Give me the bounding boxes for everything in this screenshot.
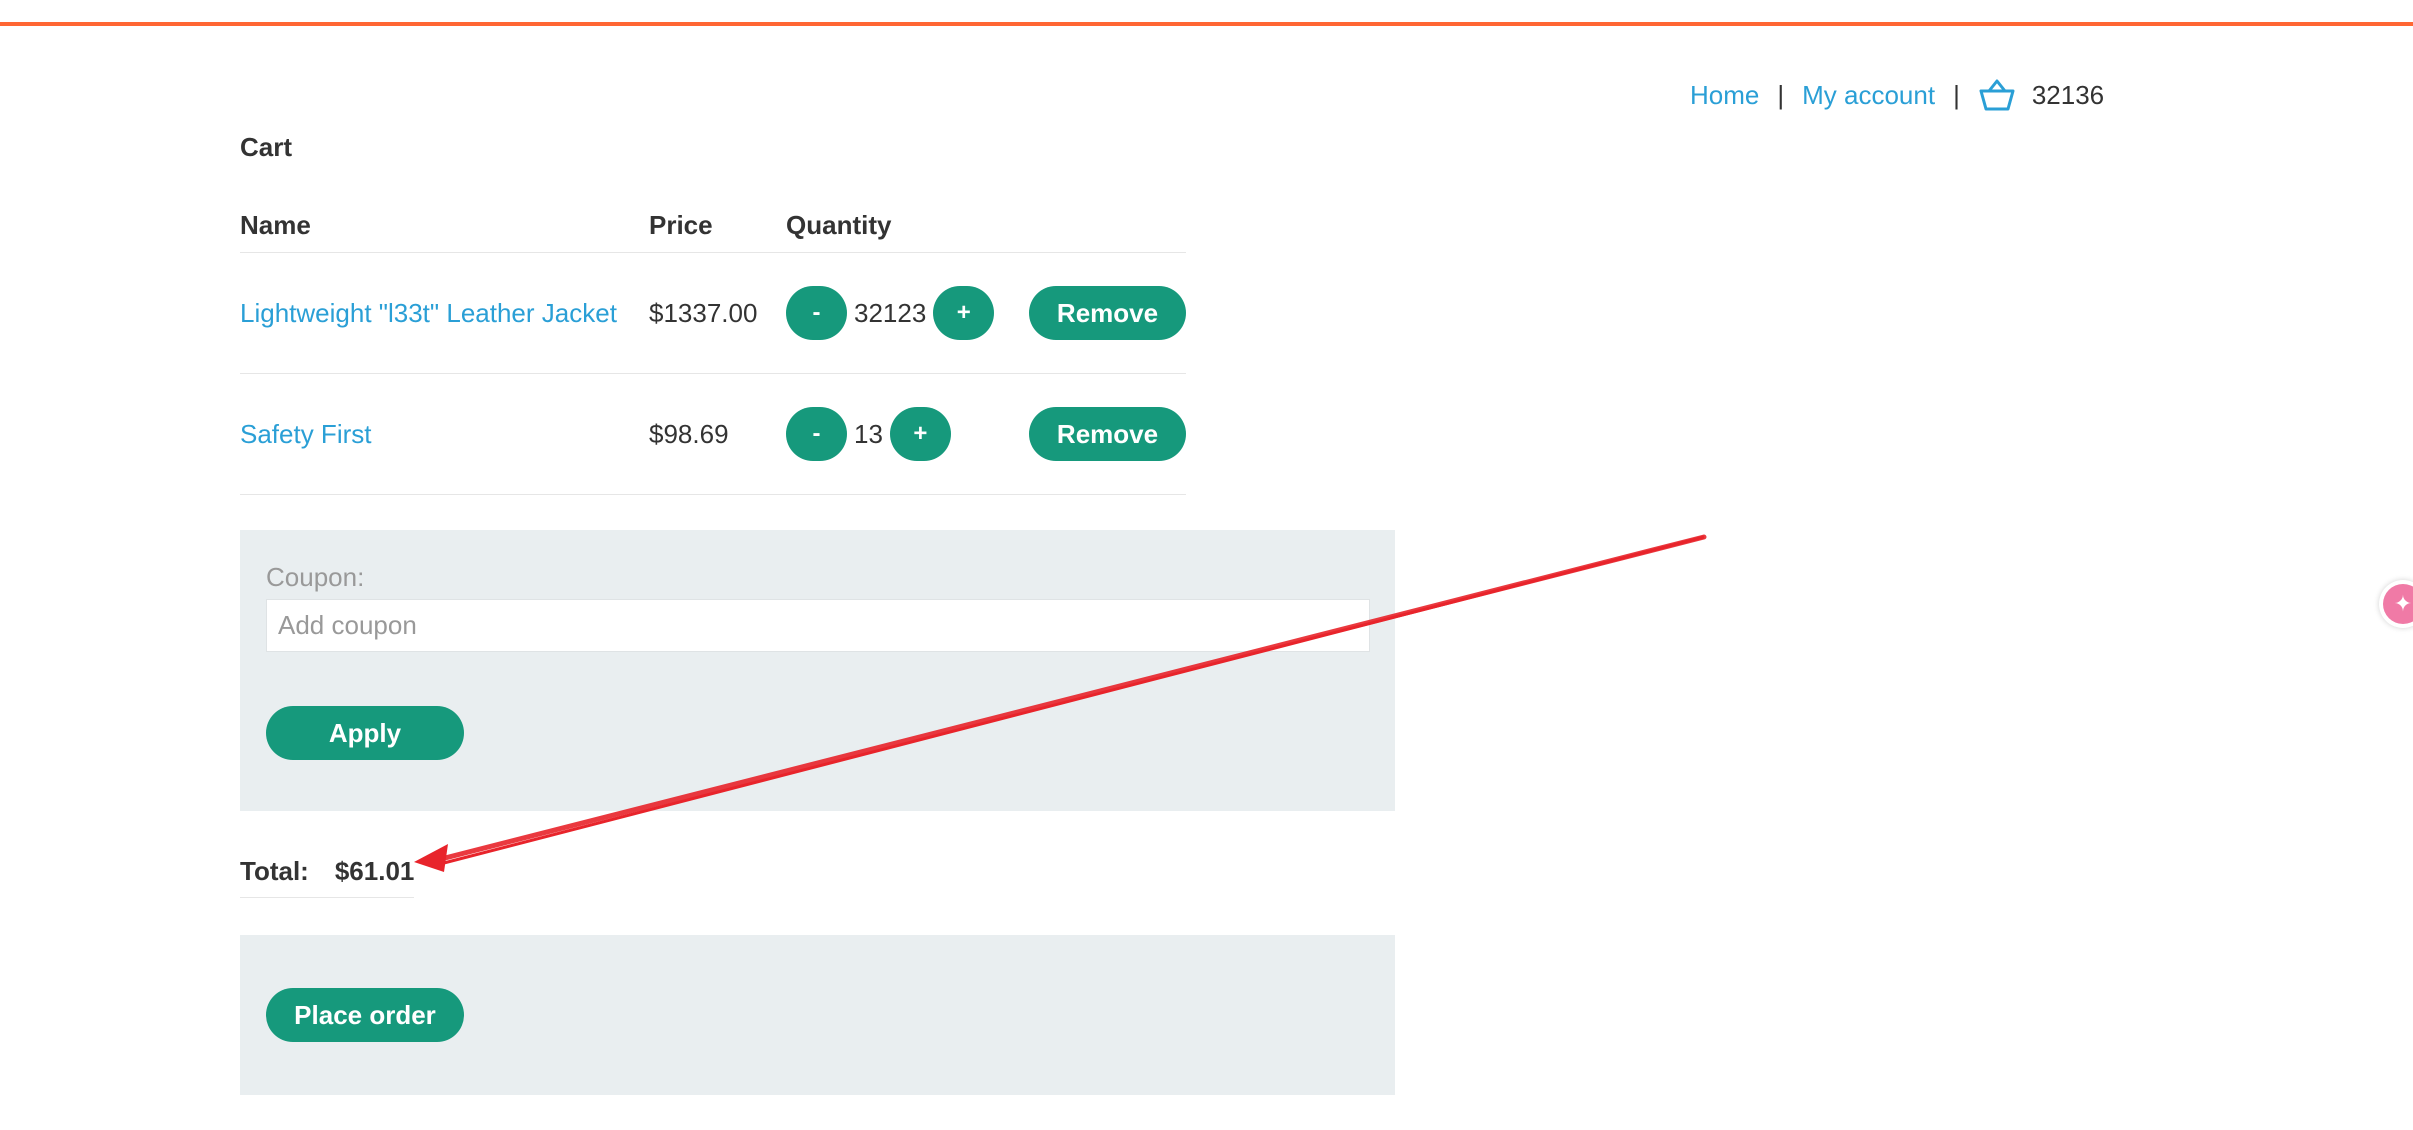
annotation-arrow-shaft <box>442 534 1707 861</box>
annotation-arrow-head <box>414 844 448 872</box>
annotation-arrow <box>414 534 1707 872</box>
